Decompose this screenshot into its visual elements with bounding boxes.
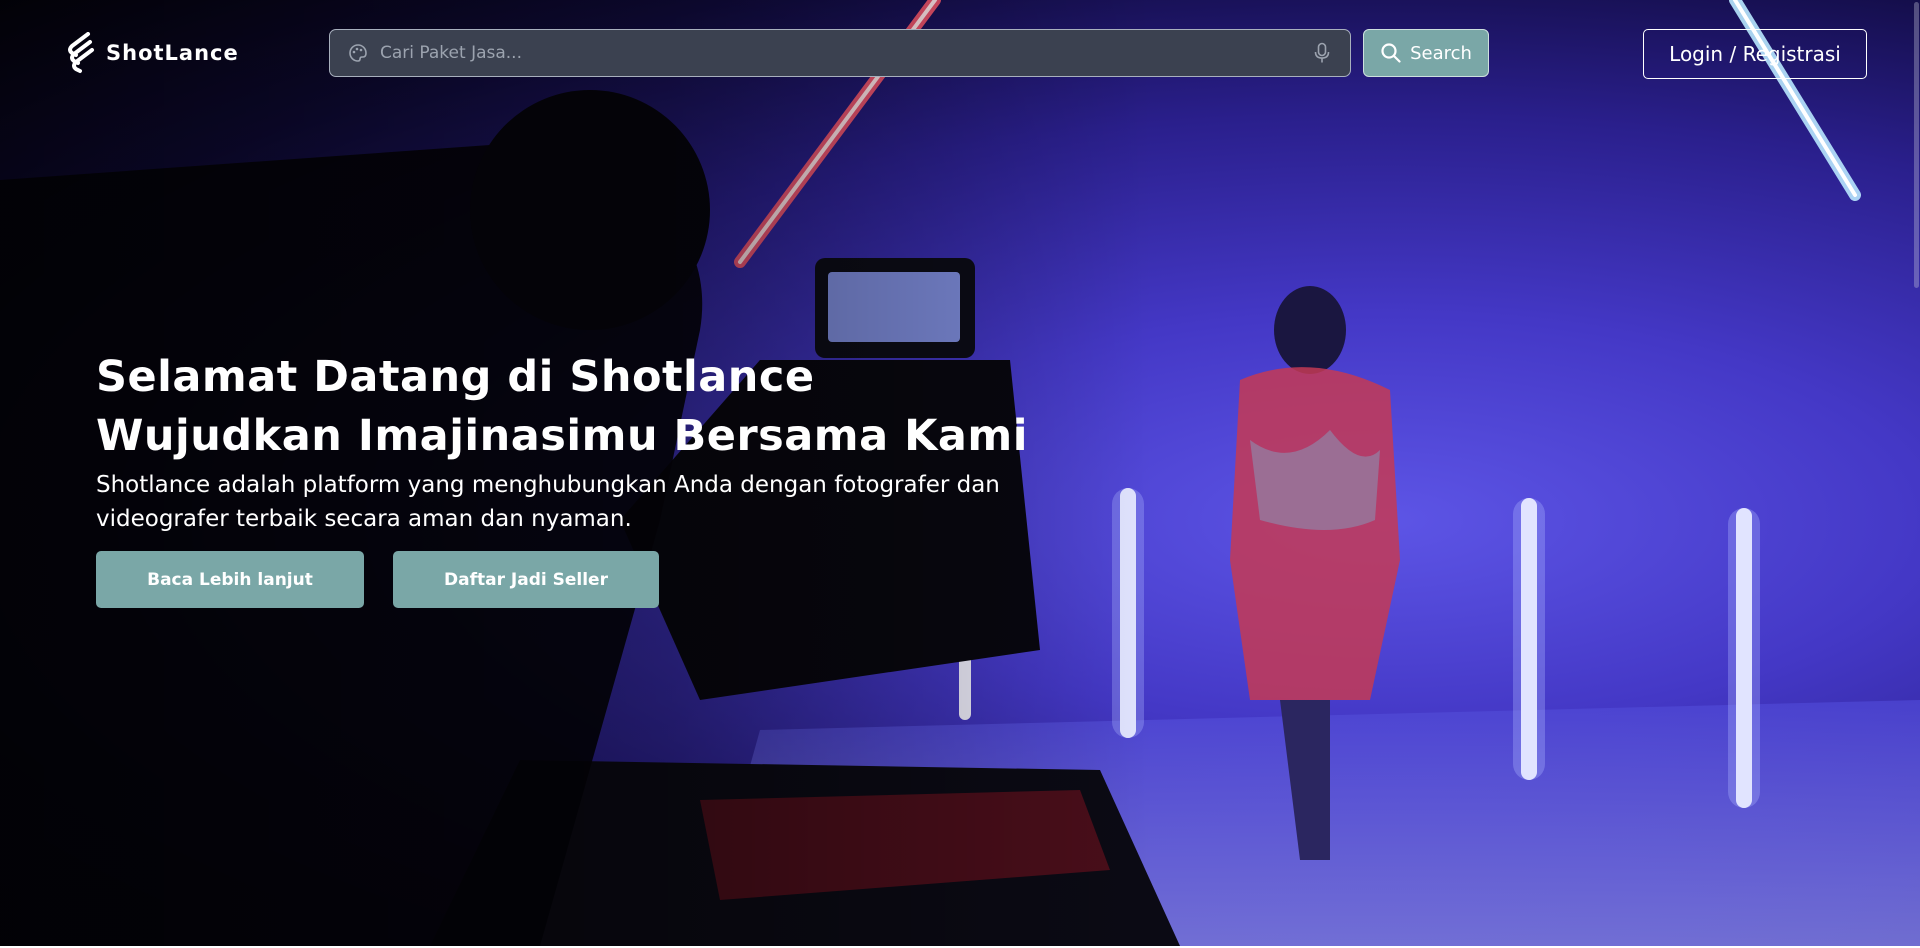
hero-title-line-2: Wujudkan Imajinasimu Bersama Kami xyxy=(96,411,1028,461)
hero-title: Selamat Datang di Shotlance Wujudkan Ima… xyxy=(96,348,1028,466)
hero-title-line-1: Selamat Datang di Shotlance xyxy=(96,352,815,402)
search-bar xyxy=(329,29,1351,77)
palette-icon xyxy=(349,44,367,62)
hero-section: ShotLance Search Login / Registrasi Sela… xyxy=(0,0,1920,946)
read-more-button[interactable]: Baca Lebih lanjut xyxy=(96,551,364,608)
search-button[interactable]: Search xyxy=(1363,29,1489,77)
register-seller-button[interactable]: Daftar Jadi Seller xyxy=(393,551,659,608)
scrollbar[interactable] xyxy=(1912,0,1920,946)
search-button-label: Search xyxy=(1410,42,1472,64)
scrollbar-thumb[interactable] xyxy=(1914,2,1919,288)
hero-subtitle: Shotlance adalah platform yang menghubun… xyxy=(96,472,1000,532)
microphone-icon[interactable] xyxy=(1312,42,1332,64)
shotlance-logo-icon xyxy=(68,32,94,73)
search-icon xyxy=(1381,43,1401,63)
logo-text: ShotLance xyxy=(106,41,239,65)
login-register-button[interactable]: Login / Registrasi xyxy=(1643,29,1867,79)
search-input[interactable] xyxy=(378,30,1312,76)
logo[interactable]: ShotLance xyxy=(66,32,239,74)
